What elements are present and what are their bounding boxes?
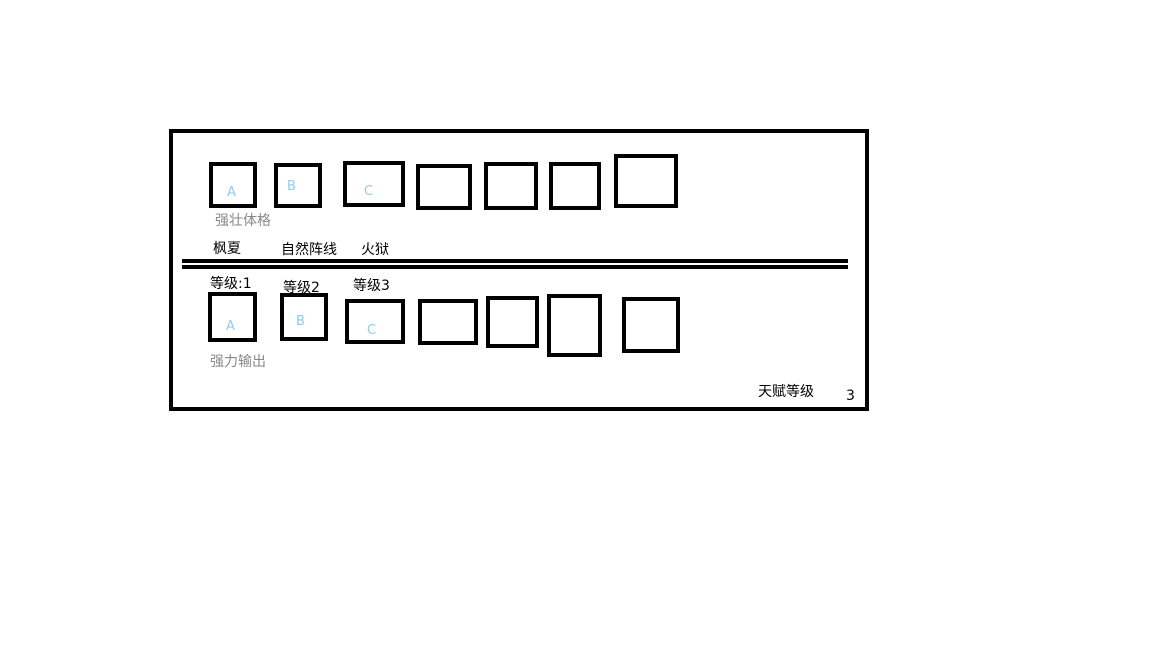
slot-letter: A [226,319,235,334]
character-name: 枫夏 [213,241,241,257]
slot-letter: C [367,323,377,338]
top-slot-5[interactable] [484,162,538,210]
branch-label-inferno: 火狱 [361,242,389,258]
branch-label-nature: 自然阵线 [281,242,337,258]
top-slot-6[interactable] [549,162,601,210]
top-row-caption: 强壮体格 [215,213,271,229]
top-slot-4[interactable] [416,164,472,210]
bottom-slot-7[interactable] [622,297,680,353]
bottom-slot-4[interactable] [418,299,478,345]
bottom-slot-5[interactable] [486,296,539,348]
top-slot-7[interactable] [614,154,678,208]
top-slot-c[interactable]: C [343,161,405,207]
bottom-slot-6[interactable] [547,294,602,357]
section-divider [182,259,848,269]
talent-level-label: 天赋等级 [758,384,814,400]
level-label-1: 等级:1 [210,276,252,292]
slot-letter: A [227,185,236,200]
slot-letter: C [364,184,374,199]
bottom-row-caption: 强力输出 [210,354,266,370]
bottom-slot-a[interactable]: A [208,292,257,342]
top-slot-b[interactable]: B [274,163,322,208]
bottom-slot-c[interactable]: C [345,299,405,344]
level-label-3: 等级3 [353,278,390,294]
talent-level-value: 3 [846,388,855,404]
bottom-slot-b[interactable]: B [280,293,328,341]
top-slot-a[interactable]: A [209,162,257,208]
slot-letter: B [287,179,296,194]
slot-letter: B [296,314,305,329]
